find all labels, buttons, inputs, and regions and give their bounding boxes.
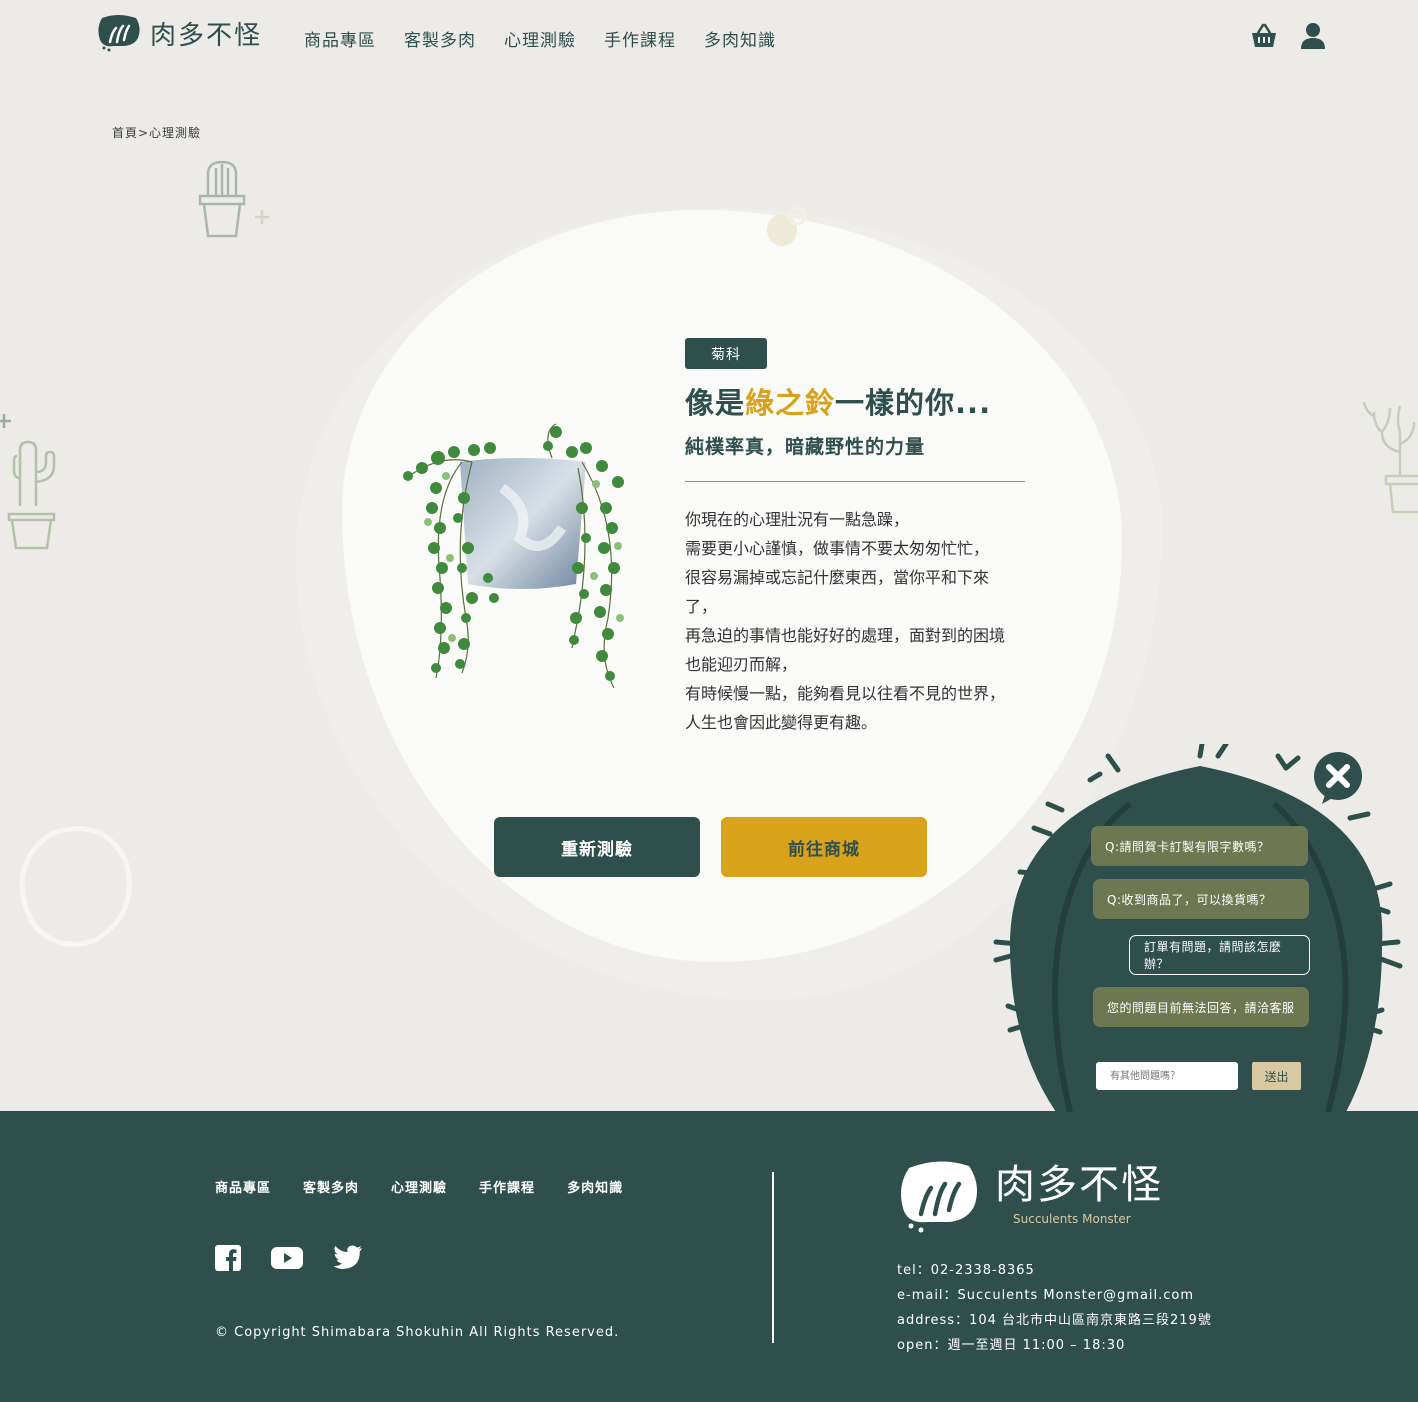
result-description: 你現在的心理壯況有一點急躁， 需要更小心謹慎，做事情不要太匆匆忙忙， 很容易漏掉… — [685, 505, 1030, 737]
contact-address: address：104 台北市中山區南京東路三段219號 — [897, 1313, 1212, 1328]
footer-nav-knowledge[interactable]: 多肉知識 — [567, 1177, 623, 1196]
title-prefix: 像是 — [685, 386, 746, 420]
nav-quiz[interactable]: 心理測驗 — [504, 26, 576, 51]
footer-divider — [772, 1172, 774, 1343]
title-highlight: 綠之鈴 — [745, 386, 836, 420]
contact-info: tel：02-2338-8365 e-mail：Succulents Monst… — [897, 1258, 1212, 1358]
go-to-shop-button[interactable]: 前往商城 — [721, 817, 927, 877]
nav-custom[interactable]: 客製多肉 — [404, 26, 476, 51]
deco-circle-icon — [19, 826, 132, 947]
footer-logo-text: 肉多不怪 Succulents Monster — [995, 1160, 1163, 1226]
social-links — [215, 1245, 363, 1271]
description-line: 了， — [685, 597, 718, 616]
header-actions — [1250, 22, 1326, 50]
footer-logo-cn: 肉多不怪 — [995, 1162, 1163, 1208]
site-logo[interactable]: 肉多不怪 — [96, 14, 262, 52]
nav-products[interactable]: 商品專區 — [304, 26, 376, 51]
copyright-text: © Copyright Shimabara Shokuhin All Right… — [215, 1325, 620, 1340]
nav-knowledge[interactable]: 多肉知識 — [704, 26, 776, 51]
contact-tel: tel：02-2338-8365 — [897, 1263, 1035, 1278]
breadcrumb: 首頁>心理測驗 — [112, 126, 202, 140]
footer-logo: 肉多不怪 Succulents Monster — [897, 1160, 1163, 1234]
retry-quiz-button[interactable]: 重新測驗 — [494, 817, 700, 877]
description-line: 你現在的心理壯況有一點急躁， — [685, 510, 910, 529]
footer-nav-products[interactable]: 商品專區 — [215, 1177, 271, 1196]
basket-icon[interactable] — [1250, 22, 1278, 50]
result-subtitle: 純樸率真，暗藏野性的力量 — [685, 436, 926, 458]
description-line: 再急迫的事情也能好好的處理，面對到的困境 — [685, 626, 1006, 645]
twitter-icon[interactable] — [333, 1245, 363, 1271]
leaf-deco-icon — [767, 206, 807, 246]
youtube-icon[interactable] — [271, 1246, 303, 1270]
category-tag: 菊科 — [685, 338, 767, 369]
description-line: 也能迎刃而解， — [685, 655, 798, 674]
description-line: 人生也會因此變得更有趣。 — [685, 713, 878, 732]
cactus-tall-icon — [0, 414, 56, 550]
chat-faq-greeting-card[interactable]: Q:請問賀卡訂製有限字數嗎？ — [1091, 826, 1308, 866]
contact-open-hours: open：週一至週日 11:00 – 18:30 — [897, 1338, 1126, 1353]
facebook-icon[interactable] — [215, 1245, 241, 1271]
description-line: 很容易漏掉或忘記什麼東西，當你平和下來 — [685, 568, 990, 587]
user-icon[interactable] — [1300, 22, 1326, 50]
string-of-pearls-plant-image — [403, 423, 624, 689]
footer-nav-courses[interactable]: 手作課程 — [479, 1177, 535, 1196]
description-line: 有時候慢一點，能夠看見以往看不見的世界， — [685, 684, 1006, 703]
contact-email: e-mail：Succulents Monster@gmail.com — [897, 1288, 1195, 1303]
logo-text: 肉多不怪 — [150, 20, 263, 51]
main-nav: 商品專區 客製多肉 心理測驗 手作課程 多肉知識 — [304, 26, 776, 51]
site-footer — [0, 1111, 1418, 1402]
title-suffix: 一樣的你... — [835, 386, 992, 420]
chat-faq-exchange[interactable]: Q:收到商品了，可以換貨嗎？ — [1093, 879, 1309, 919]
chat-input[interactable] — [1096, 1062, 1238, 1090]
cactus-pot-icon — [198, 160, 269, 238]
description-line: 需要更小心謹慎，做事情不要太匆匆忙忙， — [685, 539, 990, 558]
close-chat-icon[interactable] — [1312, 752, 1364, 806]
logo-monster-icon — [98, 15, 140, 52]
cactus-branch-icon — [1362, 401, 1418, 514]
result-title: 像是綠之鈴一樣的你... — [685, 380, 991, 422]
chat-send-button[interactable]: 送出 — [1252, 1062, 1301, 1090]
chat-bot-reply: 您的問題目前無法回答，請洽客服 — [1093, 987, 1309, 1027]
divider-line — [685, 481, 1025, 482]
chat-user-message: 訂單有問題，請問該怎麼辦？ — [1129, 935, 1310, 975]
footer-nav-quiz[interactable]: 心理測驗 — [391, 1177, 447, 1196]
footer-logo-en: Succulents Monster — [1013, 1212, 1131, 1226]
nav-courses[interactable]: 手作課程 — [604, 26, 676, 51]
logo-monster-icon — [901, 1161, 977, 1233]
footer-nav-custom[interactable]: 客製多肉 — [303, 1177, 359, 1196]
footer-nav: 商品專區 客製多肉 心理測驗 手作課程 多肉知識 — [215, 1177, 623, 1196]
